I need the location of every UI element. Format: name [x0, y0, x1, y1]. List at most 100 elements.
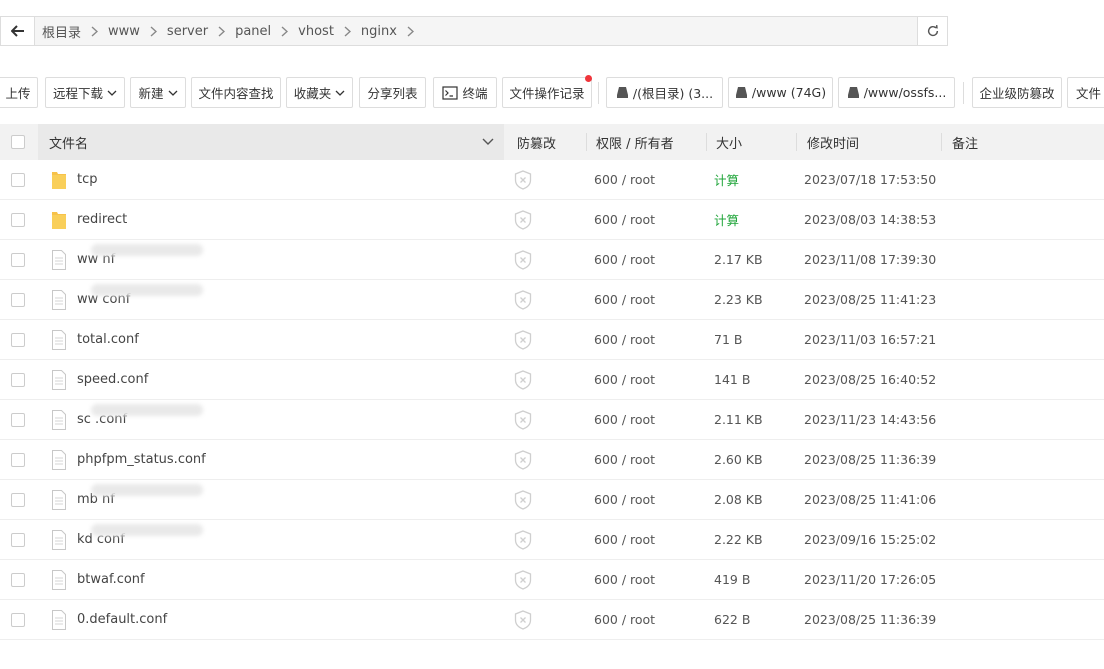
perm-cell[interactable]: 600 / root — [594, 560, 655, 599]
tamper-shield-icon[interactable] — [514, 280, 532, 319]
row-checkbox[interactable] — [11, 532, 25, 547]
perm-cell[interactable]: 600 / root — [594, 600, 655, 639]
perm-cell[interactable]: 600 / root — [594, 440, 655, 479]
row-checkbox[interactable] — [11, 172, 25, 187]
remote-download-button[interactable]: 远程下载 — [45, 77, 125, 108]
perm-cell[interactable]: 600 / root — [594, 480, 655, 519]
perm-owner[interactable]: 600 / root — [594, 332, 655, 347]
tamper-shield-icon[interactable] — [514, 360, 532, 399]
favorites-button[interactable]: 收藏夹 — [286, 77, 353, 108]
breadcrumb-item[interactable]: panel — [235, 24, 271, 39]
content-search-button[interactable]: 文件内容查找 — [191, 77, 281, 108]
breadcrumb-item[interactable]: vhost — [298, 24, 334, 39]
file-name[interactable]: total.conf — [77, 332, 139, 347]
tamper-shield-icon[interactable] — [514, 400, 532, 439]
tamper-shield-icon[interactable] — [514, 560, 532, 599]
perm-cell[interactable]: 600 / root — [594, 400, 655, 439]
remark-cell[interactable] — [952, 160, 1092, 199]
refresh-button[interactable] — [917, 16, 948, 46]
table-row[interactable]: kd conf 600 / root 2.22 KB 2023/09/16 15:25… — [0, 520, 1104, 560]
tamper-shield-icon[interactable] — [514, 600, 532, 639]
row-checkbox[interactable] — [11, 292, 25, 307]
tamper-shield-icon[interactable] — [514, 200, 532, 239]
perm-owner[interactable]: 600 / root — [594, 572, 655, 587]
perm-owner[interactable]: 600 / root — [594, 452, 655, 467]
file-more-button[interactable]: 文件 — [1067, 77, 1104, 108]
perm-owner[interactable]: 600 / root — [594, 172, 655, 187]
sort-chevron-down-icon[interactable] — [482, 138, 494, 146]
table-row[interactable]: 0.default.conf 600 / root 622 B 2023/08/25 … — [0, 600, 1104, 640]
remark-cell[interactable] — [952, 520, 1092, 559]
remark-cell[interactable] — [952, 400, 1092, 439]
enterprise-tamper-button[interactable]: 企业级防篡改 — [972, 77, 1062, 108]
table-row[interactable]: total.conf 600 / root 71 B 2023/11/03 16:57… — [0, 320, 1104, 360]
header-mtime[interactable]: 修改时间 — [795, 124, 859, 160]
row-checkbox[interactable] — [11, 332, 25, 347]
row-checkbox[interactable] — [11, 572, 25, 587]
calc-size-link[interactable]: 计算 — [714, 170, 739, 189]
remark-cell[interactable] — [952, 440, 1092, 479]
select-all-checkbox[interactable] — [11, 135, 25, 149]
perm-owner[interactable]: 600 / root — [594, 372, 655, 387]
row-checkbox[interactable] — [11, 372, 25, 387]
row-checkbox[interactable] — [11, 212, 25, 227]
tamper-shield-icon[interactable] — [514, 520, 532, 559]
perm-cell[interactable]: 600 / root — [594, 520, 655, 559]
remark-cell[interactable] — [952, 200, 1092, 239]
table-row[interactable]: tcp 600 / root 计算 2023/07/18 17:53:50 — [0, 160, 1104, 200]
tamper-shield-icon[interactable] — [514, 440, 532, 479]
file-name[interactable]: phpfpm_status.conf — [77, 452, 206, 467]
table-row[interactable]: sc .conf 600 / root 2.11 KB 2023/11/23 14:4… — [0, 400, 1104, 440]
file-name[interactable]: btwaf.conf — [77, 572, 145, 587]
upload-button[interactable]: 上传 — [0, 77, 38, 108]
remark-cell[interactable] — [952, 560, 1092, 599]
perm-cell[interactable]: 600 / root — [594, 360, 655, 399]
table-row[interactable]: redirect 600 / root 计算 2023/08/03 14:38:53 — [0, 200, 1104, 240]
calc-size-link[interactable]: 计算 — [714, 210, 739, 229]
row-checkbox[interactable] — [11, 412, 25, 427]
back-button[interactable] — [0, 16, 34, 46]
perm-owner[interactable]: 600 / root — [594, 492, 655, 507]
remark-cell[interactable] — [952, 280, 1092, 319]
breadcrumb-item[interactable]: 根目录 — [42, 22, 81, 41]
perm-cell[interactable]: 600 / root — [594, 240, 655, 279]
perm-owner[interactable]: 600 / root — [594, 532, 655, 547]
perm-owner[interactable]: 600 / root — [594, 292, 655, 307]
table-row[interactable]: btwaf.conf 600 / root 419 B 2023/11/20 17:2… — [0, 560, 1104, 600]
row-checkbox[interactable] — [11, 612, 25, 627]
file-name[interactable]: tcp — [77, 172, 98, 187]
perm-owner[interactable]: 600 / root — [594, 212, 655, 227]
perm-cell[interactable]: 600 / root — [594, 320, 655, 359]
breadcrumb-item[interactable]: nginx — [361, 24, 397, 39]
row-checkbox[interactable] — [11, 452, 25, 467]
file-name[interactable]: redirect — [77, 212, 127, 227]
row-checkbox[interactable] — [11, 252, 25, 267]
file-name[interactable]: 0.default.conf — [77, 612, 167, 627]
file-name[interactable]: speed.conf — [77, 372, 148, 387]
breadcrumb-item[interactable]: www — [108, 24, 140, 39]
disk-ossfs-button[interactable]: /www/ossfs... — [838, 77, 955, 108]
table-row[interactable]: mb nf 600 / root 2.08 KB 2023/08/25 11:41:0… — [0, 480, 1104, 520]
breadcrumb-item[interactable]: server — [167, 24, 208, 39]
disk-www-button[interactable]: /www (74G) — [728, 77, 833, 108]
perm-cell[interactable]: 600 / root — [594, 200, 655, 239]
remark-cell[interactable] — [952, 320, 1092, 359]
table-row[interactable]: speed.conf 600 / root 141 B 2023/08/25 16:4… — [0, 360, 1104, 400]
perm-cell[interactable]: 600 / root — [594, 160, 655, 199]
new-button[interactable]: 新建 — [130, 77, 186, 108]
perm-owner[interactable]: 600 / root — [594, 412, 655, 427]
perm-owner[interactable]: 600 / root — [594, 612, 655, 627]
header-size[interactable]: 大小 — [705, 124, 742, 160]
tamper-shield-icon[interactable] — [514, 160, 532, 199]
remark-cell[interactable] — [952, 480, 1092, 519]
remark-cell[interactable] — [952, 240, 1092, 279]
table-row[interactable]: ww nf 600 / root 2.17 KB 2023/11/08 17:39:3… — [0, 240, 1104, 280]
terminal-button[interactable]: 终端 — [433, 77, 497, 108]
share-list-button[interactable]: 分享列表 — [359, 77, 426, 108]
remark-cell[interactable] — [952, 600, 1092, 639]
disk-root-button[interactable]: /(根目录) (3... — [606, 77, 723, 108]
perm-owner[interactable]: 600 / root — [594, 252, 655, 267]
remark-cell[interactable] — [952, 360, 1092, 399]
row-checkbox[interactable] — [11, 492, 25, 507]
operation-log-button[interactable]: 文件操作记录 — [502, 77, 592, 108]
